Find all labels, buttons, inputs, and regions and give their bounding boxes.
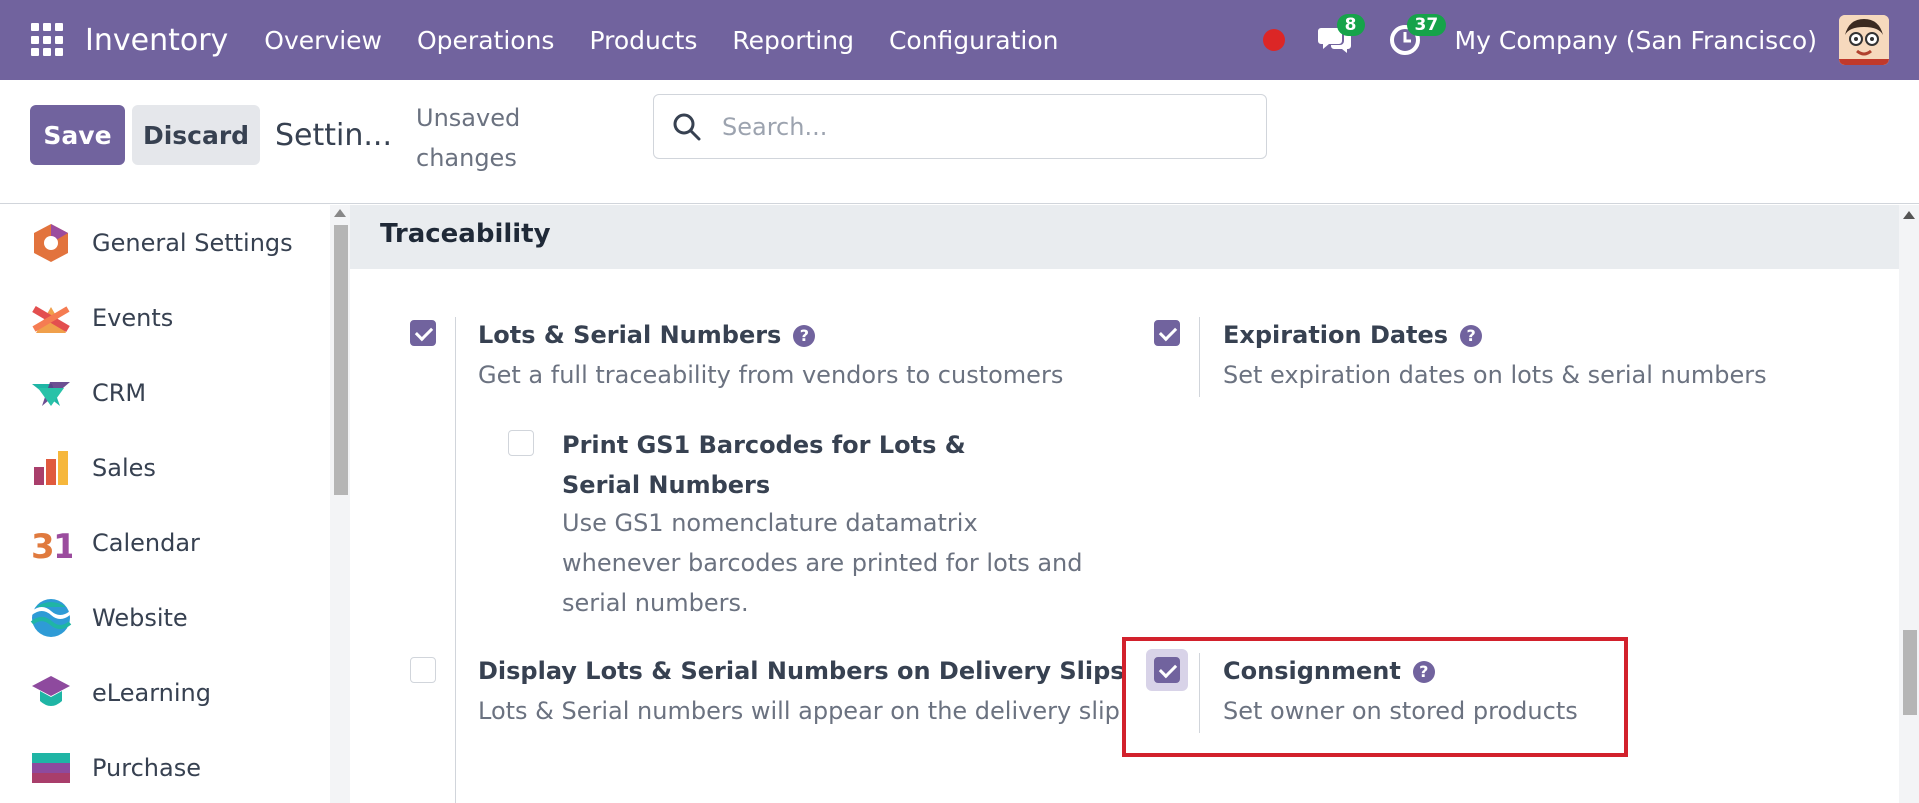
sales-icon xyxy=(34,451,68,485)
settings-sidebar: General Settings Events CRM Sales 3 1 Ca… xyxy=(0,205,330,803)
app-brand[interactable]: Inventory xyxy=(85,23,228,58)
menu-operations[interactable]: Operations xyxy=(417,26,554,55)
menu-products[interactable]: Products xyxy=(589,26,697,55)
divider xyxy=(1199,653,1200,733)
lots-serial-title-text: Lots & Serial Numbers xyxy=(478,321,782,349)
sidebar-item-label: Website xyxy=(92,604,188,632)
calendar-icon: 3 1 xyxy=(31,527,72,564)
divider xyxy=(455,653,456,733)
crm-icon xyxy=(32,382,70,406)
sidebar-scrollbar[interactable] xyxy=(330,205,350,803)
sidebar-item-label: Sales xyxy=(92,454,156,482)
divider xyxy=(1199,317,1200,397)
messages-button[interactable]: 8 xyxy=(1315,14,1365,60)
sidebar-item-events[interactable]: Events xyxy=(30,293,173,343)
lots-serial-desc: Get a full traceability from vendors to … xyxy=(478,361,1064,389)
svg-text:1: 1 xyxy=(53,527,72,564)
menu-reporting[interactable]: Reporting xyxy=(732,26,854,55)
control-panel: Save Discard Settin... Unsaved changes xyxy=(0,80,1919,204)
help-icon[interactable]: ? xyxy=(1412,661,1435,683)
lots-serial-title: Lots & Serial Numbers? xyxy=(478,321,816,349)
display-lots-delivery-title: Display Lots & Serial Numbers on Deliver… xyxy=(478,657,1125,685)
display-lots-delivery-desc: Lots & Serial numbers will appear on the… xyxy=(478,697,1120,725)
sidebar-item-label: Purchase xyxy=(92,754,201,782)
unsaved-changes-label: Unsaved changes xyxy=(416,104,521,172)
website-icon xyxy=(30,599,72,637)
sidebar-item-label: General Settings xyxy=(92,229,293,257)
search-box[interactable] xyxy=(653,94,1267,159)
expiration-dates-checkbox[interactable] xyxy=(1154,320,1180,346)
sidebar-item-purchase[interactable]: Purchase xyxy=(30,743,201,793)
consignment-desc: Set owner on stored products xyxy=(1223,697,1578,725)
main-scroll-thumb[interactable] xyxy=(1903,630,1917,715)
messages-badge: 8 xyxy=(1336,14,1365,36)
expiration-dates-desc: Set expiration dates on lots & serial nu… xyxy=(1223,361,1767,389)
events-icon xyxy=(32,305,70,333)
search-input[interactable] xyxy=(722,112,1242,141)
section-title: Traceability xyxy=(380,219,551,249)
purchase-icon xyxy=(32,753,70,783)
activities-badge: 37 xyxy=(1406,14,1447,36)
apps-grid-icon[interactable] xyxy=(31,23,65,57)
gs1-barcodes-desc: Use GS1 nomenclature datamatrix whenever… xyxy=(562,509,1083,617)
expiration-dates-title: Expiration Dates? xyxy=(1223,321,1483,349)
sidebar-item-label: CRM xyxy=(92,379,147,407)
display-lots-delivery-checkbox[interactable] xyxy=(410,657,436,683)
help-icon[interactable]: ? xyxy=(793,325,816,347)
scroll-up-arrow-icon[interactable] xyxy=(1903,211,1915,219)
expiration-dates-title-text: Expiration Dates xyxy=(1223,321,1449,349)
company-switcher[interactable]: My Company (San Francisco) xyxy=(1455,26,1817,55)
general-settings-icon xyxy=(34,224,68,262)
settings-main: Traceability Lots & Serial Numbers? Get … xyxy=(350,205,1899,803)
lots-serial-checkbox[interactable] xyxy=(410,320,436,346)
sidebar-item-website[interactable]: Website xyxy=(30,593,188,643)
divider xyxy=(455,387,456,803)
recording-indicator-icon[interactable] xyxy=(1262,29,1285,51)
section-header: Traceability xyxy=(350,205,1899,269)
sidebar-item-general-settings[interactable]: General Settings xyxy=(30,218,293,268)
sidebar-scroll-thumb[interactable] xyxy=(334,225,348,495)
top-navbar: Inventory Overview Operations Products R… xyxy=(0,0,1919,80)
sidebar-item-sales[interactable]: Sales xyxy=(30,443,156,493)
avatar-face-icon xyxy=(1839,15,1889,65)
sidebar-item-crm[interactable]: CRM xyxy=(30,368,146,418)
gs1-barcodes-title: Print GS1 Barcodes for Lots & Serial Num… xyxy=(562,431,966,499)
menu-configuration[interactable]: Configuration xyxy=(889,26,1059,55)
discard-button[interactable]: Discard xyxy=(132,105,260,165)
sidebar-item-label: eLearning xyxy=(92,679,211,707)
consignment-checkbox[interactable] xyxy=(1154,657,1180,683)
divider xyxy=(455,317,456,387)
sidebar-item-label: Events xyxy=(92,304,174,332)
sidebar-item-label: Calendar xyxy=(92,529,200,557)
search-icon xyxy=(673,113,701,140)
save-button[interactable]: Save xyxy=(30,105,125,165)
elearning-icon xyxy=(32,676,70,706)
scroll-up-arrow-icon[interactable] xyxy=(334,209,346,217)
sidebar-item-elearning[interactable]: eLearning xyxy=(30,668,211,718)
sidebar-item-calendar[interactable]: 3 1 Calendar xyxy=(30,518,200,568)
breadcrumb[interactable]: Settin... xyxy=(275,118,392,153)
menu-overview[interactable]: Overview xyxy=(264,26,382,55)
svg-text:3: 3 xyxy=(31,527,55,564)
user-avatar[interactable] xyxy=(1839,15,1889,65)
consignment-title-text: Consignment xyxy=(1223,657,1401,685)
gs1-barcodes-checkbox[interactable] xyxy=(508,430,534,456)
activities-button[interactable]: 37 xyxy=(1385,14,1447,60)
main-scrollbar[interactable] xyxy=(1899,205,1919,803)
help-icon[interactable]: ? xyxy=(1460,325,1483,347)
consignment-title: Consignment? xyxy=(1223,657,1435,685)
